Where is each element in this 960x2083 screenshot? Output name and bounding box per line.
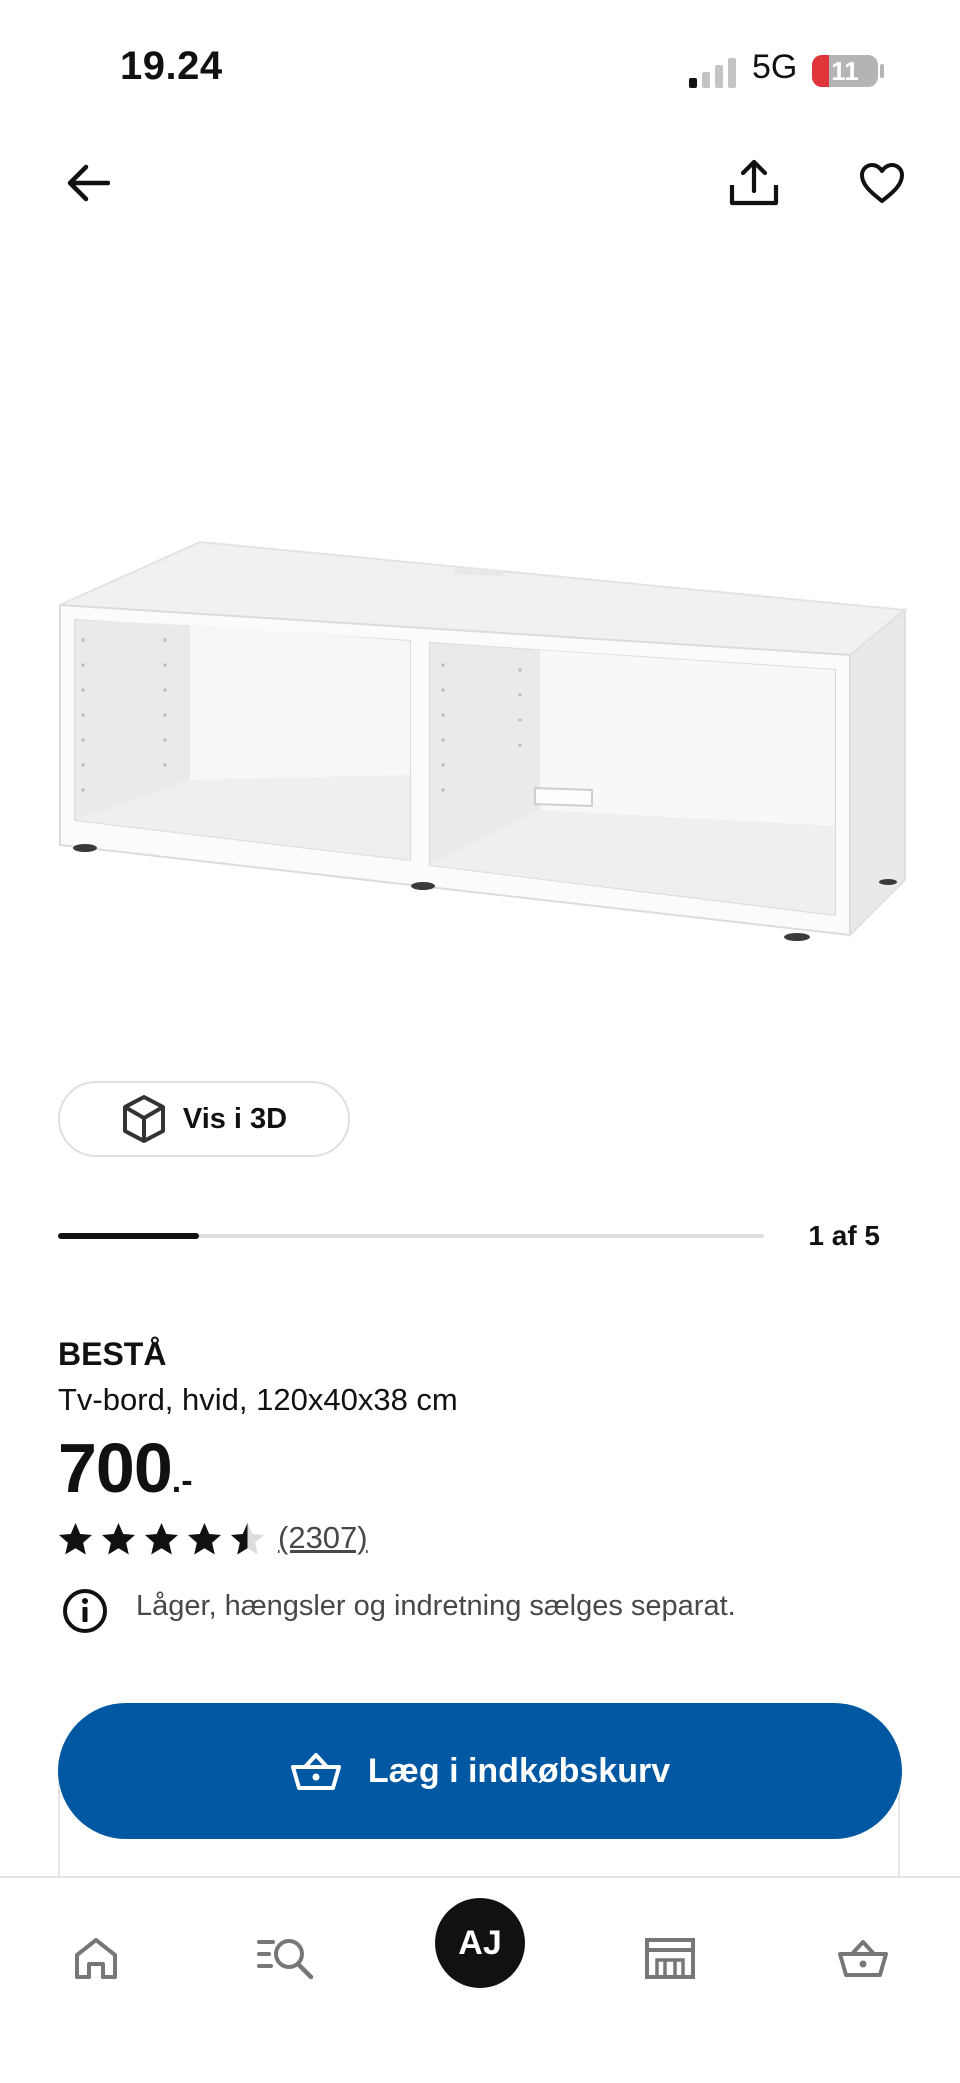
view-3d-button[interactable]: Vis i 3D bbox=[58, 1081, 350, 1157]
view-3d-label: Vis i 3D bbox=[182, 1102, 288, 1135]
product-image[interactable] bbox=[55, 530, 915, 950]
network-type: 5G bbox=[752, 48, 798, 86]
tab-profile[interactable]: AJ bbox=[435, 1898, 525, 1988]
price-amount: 700 bbox=[58, 1429, 173, 1507]
star-icon bbox=[59, 1523, 92, 1555]
product-notice: Låger, hængsler og indretning sælges sep… bbox=[136, 1590, 736, 1622]
carousel-progress-fill bbox=[58, 1233, 200, 1239]
heart-icon bbox=[860, 163, 904, 203]
add-to-cart-label: Læg i indkøbskurv bbox=[367, 1751, 671, 1790]
price-suffix: .- bbox=[171, 1462, 193, 1500]
share-icon bbox=[729, 159, 779, 206]
signal-strength-icon bbox=[689, 58, 736, 88]
back-button[interactable] bbox=[58, 153, 118, 213]
store-icon bbox=[645, 1938, 695, 1979]
add-to-cart-button[interactable]: Læg i indkøbskurv bbox=[58, 1703, 902, 1839]
search-list-icon bbox=[257, 1939, 314, 1980]
basket-icon bbox=[290, 1753, 341, 1790]
star-icon bbox=[102, 1523, 135, 1555]
favorite-button[interactable] bbox=[852, 153, 912, 213]
tab-home[interactable] bbox=[56, 1918, 136, 1998]
tab-search[interactable] bbox=[246, 1918, 326, 1998]
product-description: Tv-bord, hvid, 120x40x38 cm bbox=[58, 1382, 458, 1417]
cube-icon bbox=[122, 1095, 165, 1143]
basket-icon bbox=[838, 1940, 888, 1977]
tab-cart[interactable] bbox=[823, 1918, 903, 1998]
rating-count-link[interactable]: (2307) bbox=[278, 1520, 368, 1556]
star-icon bbox=[188, 1523, 221, 1555]
star-icon bbox=[231, 1523, 264, 1555]
battery-cap bbox=[880, 64, 884, 78]
status-time: 19.24 bbox=[120, 44, 223, 88]
battery-level: 11 bbox=[831, 56, 859, 86]
star-icon bbox=[145, 1523, 178, 1555]
image-carousel-progress bbox=[58, 1233, 764, 1239]
home-icon bbox=[75, 1938, 117, 1979]
battery-icon: 11 bbox=[812, 55, 878, 87]
product-name: BESTÅ bbox=[58, 1336, 167, 1372]
image-counter: 1 af 5 bbox=[808, 1220, 880, 1251]
rating-stars[interactable] bbox=[58, 1522, 265, 1556]
info-icon bbox=[63, 1589, 107, 1633]
product-price: 700 .- bbox=[58, 1428, 193, 1508]
share-button[interactable] bbox=[724, 153, 784, 213]
profile-initials: AJ bbox=[458, 1923, 502, 1962]
arrow-left-icon bbox=[67, 164, 110, 202]
bottom-tab-bar: AJ bbox=[0, 1876, 960, 2083]
tab-stores[interactable] bbox=[630, 1918, 710, 1998]
